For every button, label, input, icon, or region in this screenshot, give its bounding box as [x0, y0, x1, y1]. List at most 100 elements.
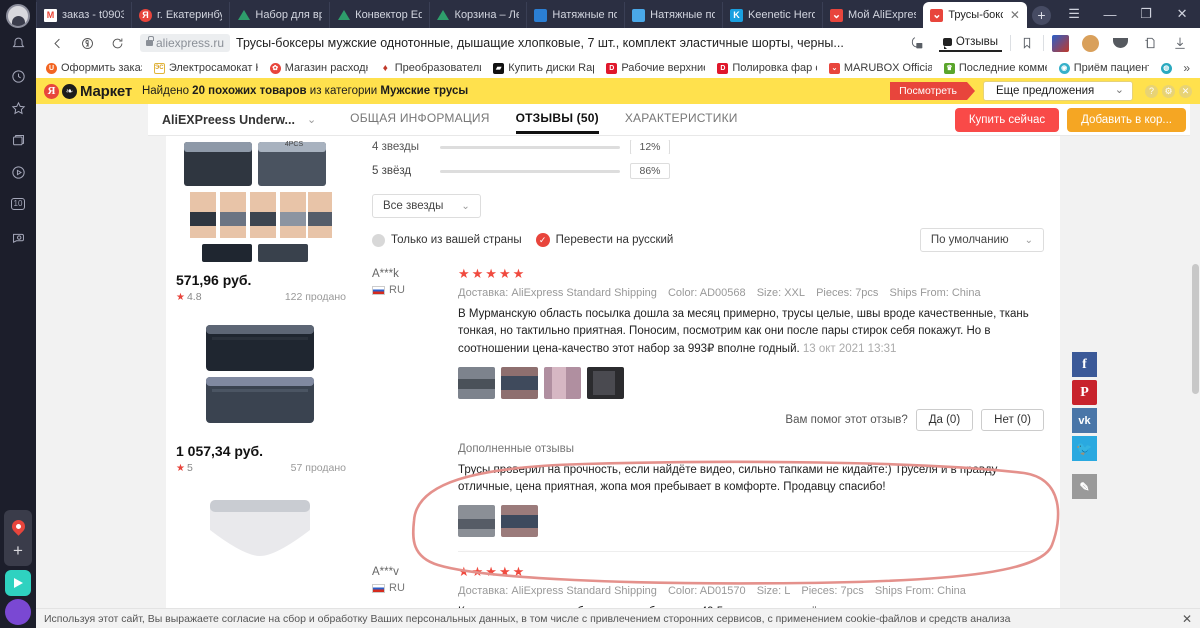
facebook-share-icon[interactable]: f: [1072, 352, 1097, 377]
badge-10-icon[interactable]: 10: [1, 188, 35, 220]
buy-now-button[interactable]: Купить сейчас: [954, 107, 1060, 132]
product-image[interactable]: 4PCS: [176, 138, 344, 264]
user-avatar[interactable]: [6, 4, 30, 28]
bookmark-item[interactable]: ♦ Преобразователи: [374, 62, 488, 74]
chevron-down-icon[interactable]: ⌄: [307, 113, 316, 126]
new-tab-button[interactable]: +: [1027, 2, 1056, 28]
product-card[interactable]: 1 057,34 руб. ★ 5 57 продано: [176, 319, 346, 480]
history-clock-icon[interactable]: [1, 60, 35, 92]
add-to-cart-button[interactable]: Добавить в кор...: [1067, 107, 1186, 132]
tab-title: Конвектор Eq: [355, 9, 422, 21]
bookmark-item[interactable]: U Оформить заказ: [40, 62, 148, 74]
bookmark-item[interactable]: D Рабочие верхние: [600, 62, 711, 74]
screenshot-icon[interactable]: [1, 220, 35, 252]
extension-glyph: [1051, 34, 1069, 52]
browser-menu-button[interactable]: ☰: [1056, 0, 1092, 28]
extension-icon[interactable]: [1046, 30, 1074, 56]
review-thumbnail[interactable]: [587, 366, 624, 399]
twitter-share-icon[interactable]: 🐦: [1072, 436, 1097, 461]
site-identity-chip[interactable]: aliexpress.ru: [140, 34, 231, 52]
review-thumbnail[interactable]: [544, 366, 581, 399]
collections-icon[interactable]: [1136, 30, 1164, 56]
product-image[interactable]: [176, 490, 344, 586]
bookmark-item[interactable]: ⌄ MARUBOX Official: [823, 62, 938, 74]
close-tab-icon[interactable]: ✕: [1010, 8, 1020, 22]
yandex-home-icon[interactable]: [72, 30, 102, 56]
tabs-stack-icon[interactable]: [1, 124, 35, 156]
bell-icon[interactable]: [1, 28, 35, 60]
review-thumbnail[interactable]: [458, 505, 495, 538]
bookmark-item[interactable]: ▰ Купить диски Rap: [487, 62, 600, 74]
browser-tab[interactable]: Я г. Екатеринбу: [131, 2, 229, 28]
brand-name[interactable]: AliEXPreess Underw...: [162, 113, 295, 127]
helpful-no-button[interactable]: Нет (0): [981, 408, 1044, 431]
edit-pencil-icon[interactable]: ✎: [1072, 474, 1097, 499]
reload-icon[interactable]: [102, 30, 132, 56]
review-thumbnail[interactable]: [458, 366, 495, 399]
bookmark-item[interactable]: ◍: [1155, 62, 1178, 74]
gear-icon[interactable]: ⚙: [1162, 84, 1175, 98]
vk-share-icon[interactable]: vk: [1072, 408, 1097, 433]
bookmark-item[interactable]: ✿ Магазин расходн: [264, 62, 374, 74]
browser-tab[interactable]: Набор для вр: [229, 2, 329, 28]
yandex-market-logo[interactable]: Я ❧ Маркет: [44, 83, 132, 100]
bookmark-item[interactable]: D Полировка фар с: [711, 62, 823, 74]
tab-reviews[interactable]: ОТЗЫВЫ (50): [515, 105, 599, 134]
review-thumbnail[interactable]: [501, 366, 538, 399]
browser-tab[interactable]: Натяжные по: [526, 2, 624, 28]
sort-select[interactable]: По умолчанию ⌄: [919, 228, 1044, 252]
shield-extension-icon[interactable]: [1106, 30, 1134, 56]
bookmark-item[interactable]: ◉ Приём пациент: [1053, 62, 1155, 74]
scrollbar-thumb[interactable]: [1192, 264, 1199, 394]
market-more-offers-select[interactable]: Еще предложения: [983, 81, 1133, 101]
add-icon[interactable]: +: [4, 539, 32, 563]
downloads-icon[interactable]: [903, 30, 931, 56]
rating-row-track: [440, 169, 620, 173]
rating-row-label: 5 звёзд: [372, 165, 412, 177]
browser-tab-active[interactable]: Трусы-бокс ✕: [923, 2, 1027, 28]
close-window-button[interactable]: ✕: [1164, 0, 1200, 28]
pinterest-share-icon[interactable]: P: [1072, 380, 1097, 405]
media-play-icon[interactable]: [1, 156, 35, 188]
map-pin-icon[interactable]: [4, 513, 32, 539]
browser-tab[interactable]: Корзина – Ле: [428, 2, 527, 28]
market-view-button[interactable]: Посмотреть: [890, 82, 975, 100]
star-filter-select[interactable]: Все звезды ⌄: [372, 194, 481, 218]
spec-size: Size: L: [756, 585, 791, 598]
minimize-button[interactable]: —: [1092, 0, 1128, 28]
site-reviews-button[interactable]: Отзывы: [938, 35, 1002, 52]
bookmark-label: Оформить заказ: [61, 62, 142, 74]
back-icon[interactable]: [42, 30, 72, 56]
helpful-yes-button[interactable]: Да (0): [915, 408, 974, 431]
bookmark-item[interactable]: ЭС Электросамокат К: [148, 62, 264, 74]
spec-shipping: Доставка: AliExpress Standard Shipping: [458, 585, 657, 597]
translate-toggle[interactable]: ✓ Перевести на русский: [535, 233, 673, 247]
browser-tab[interactable]: Мой AliExpres: [821, 2, 923, 28]
browser-tab[interactable]: Натяжные по: [624, 2, 722, 28]
telegram-app-icon[interactable]: [5, 570, 31, 596]
tab-specifications[interactable]: ХАРАКТЕРИСТИКИ: [625, 105, 738, 134]
product-card[interactable]: [176, 490, 346, 592]
browser-tab[interactable]: M заказ - t0903: [36, 2, 131, 28]
page-scrollbar[interactable]: [1190, 104, 1200, 628]
tab-general-info[interactable]: ОБЩАЯ ИНФОРМАЦИЯ: [350, 105, 489, 134]
viber-app-icon[interactable]: [5, 599, 31, 625]
bookmark-icon[interactable]: [1013, 30, 1041, 56]
divider: [1010, 35, 1011, 51]
bookmarks-overflow-button[interactable]: »: [1177, 61, 1196, 75]
profile-extension-icon[interactable]: [1076, 30, 1104, 56]
cookie-close-icon[interactable]: ✕: [1182, 612, 1192, 626]
product-card[interactable]: 4PCS 571,96 руб. ★ 4.8 122 продано: [176, 138, 346, 309]
close-icon[interactable]: ✕: [1179, 84, 1192, 98]
only-my-country-toggle[interactable]: Только из вашей страны: [372, 233, 522, 247]
favorites-star-icon[interactable]: [1, 92, 35, 124]
review-thumbnail[interactable]: [501, 505, 538, 538]
browser-tab[interactable]: Конвектор Eq: [329, 2, 428, 28]
maximize-button[interactable]: ❐: [1128, 0, 1164, 28]
product-image[interactable]: [176, 319, 344, 435]
bookmark-item[interactable]: ♛ Последние комме: [938, 62, 1053, 74]
browser-tab[interactable]: K Keenetic Hero: [721, 2, 822, 28]
download-arrow-icon[interactable]: [1166, 30, 1194, 56]
help-icon[interactable]: ?: [1145, 84, 1158, 98]
url-input[interactable]: aliexpress.ru Трусы-боксеры мужские одно…: [132, 30, 903, 56]
